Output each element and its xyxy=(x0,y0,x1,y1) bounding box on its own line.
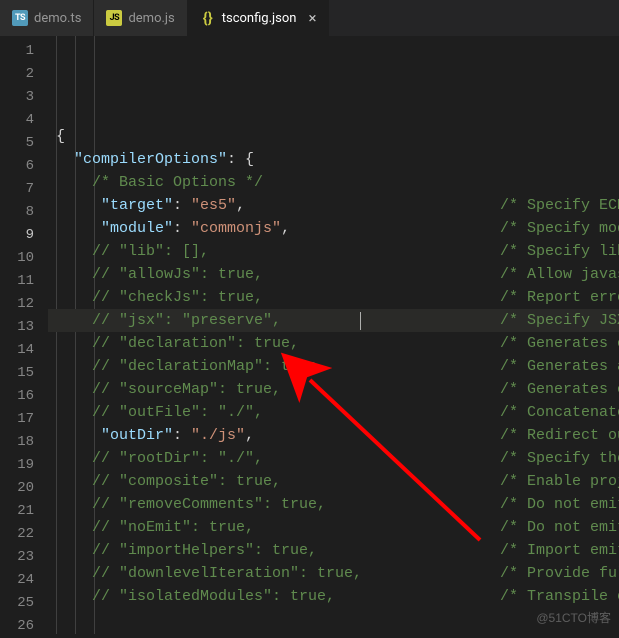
code-line[interactable]: { xyxy=(48,125,619,148)
trailing-comment: /* Specify ECMA xyxy=(500,194,619,217)
close-icon[interactable]: × xyxy=(308,9,316,27)
line-number: 8 xyxy=(0,201,48,224)
trailing-comment: /* Generates a xyxy=(500,355,619,378)
line-number: 25 xyxy=(0,592,48,615)
trailing-comment: /* Import emit xyxy=(500,539,619,562)
line-number-gutter: 1234567891011121314151617181920212223242… xyxy=(0,36,48,634)
code-editor[interactable]: 1234567891011121314151617181920212223242… xyxy=(0,36,619,634)
code-line[interactable] xyxy=(48,608,619,631)
code-line[interactable]: // "rootDir": "./",/* Specify the xyxy=(48,447,619,470)
line-number: 18 xyxy=(0,431,48,454)
trailing-comment: /* Provide full xyxy=(500,562,619,585)
tab-label: demo.ts xyxy=(34,11,81,26)
trailing-comment: /* Do not emit xyxy=(500,493,619,516)
trailing-comment: /* Generates co xyxy=(500,332,619,355)
text-cursor xyxy=(360,312,361,330)
line-number: 17 xyxy=(0,408,48,431)
code-line[interactable]: "module": "commonjs",/* Specify modu xyxy=(48,217,619,240)
code-line[interactable]: // "downlevelIteration": true,/* Provide… xyxy=(48,562,619,585)
code-line[interactable]: // "outFile": "./",/* Concatenate xyxy=(48,401,619,424)
trailing-comment: /* Enable proje xyxy=(500,470,619,493)
trailing-comment: /* Specify libr xyxy=(500,240,619,263)
code-line[interactable]: /* Basic Options */ xyxy=(48,171,619,194)
code-line[interactable]: // "lib": [],/* Specify libr xyxy=(48,240,619,263)
line-number: 10 xyxy=(0,247,48,270)
code-line[interactable]: // "isolatedModules": true,/* Transpile … xyxy=(48,585,619,608)
line-number: 23 xyxy=(0,546,48,569)
file-icon-ts: TS xyxy=(12,10,28,26)
line-number: 24 xyxy=(0,569,48,592)
trailing-comment: /* Specify the xyxy=(500,447,619,470)
tab-label: tsconfig.json xyxy=(222,11,297,26)
line-number: 12 xyxy=(0,293,48,316)
code-area[interactable]: { "compilerOptions": { /* Basic Options … xyxy=(48,36,619,634)
file-icon-js: JS xyxy=(106,10,122,26)
line-number: 9 xyxy=(0,224,48,247)
line-number: 3 xyxy=(0,86,48,109)
tab-label: demo.js xyxy=(128,11,174,26)
code-line[interactable]: // "composite": true,/* Enable proje xyxy=(48,470,619,493)
line-number: 14 xyxy=(0,339,48,362)
code-line[interactable]: "outDir": "./js",/* Redirect out xyxy=(48,424,619,447)
trailing-comment: /* Allow javasc xyxy=(500,263,619,286)
tab-bar: TS demo.ts JS demo.js {} tsconfig.json × xyxy=(0,0,619,36)
trailing-comment: /* Do not emit xyxy=(500,516,619,539)
code-line[interactable]: // "checkJs": true,/* Report error xyxy=(48,286,619,309)
trailing-comment: /* Specify modu xyxy=(500,217,619,240)
trailing-comment: /* Specify JSX xyxy=(500,309,619,332)
line-number: 13 xyxy=(0,316,48,339)
line-number: 2 xyxy=(0,63,48,86)
line-number: 6 xyxy=(0,155,48,178)
line-number: 19 xyxy=(0,454,48,477)
line-number: 20 xyxy=(0,477,48,500)
code-line[interactable]: // "noEmit": true,/* Do not emit xyxy=(48,516,619,539)
trailing-comment: /* Generates co xyxy=(500,378,619,401)
tab-demo-js[interactable]: JS demo.js xyxy=(94,0,187,36)
line-number: 11 xyxy=(0,270,48,293)
code-line[interactable]: "target": "es5",/* Specify ECMA xyxy=(48,194,619,217)
tab-demo-ts[interactable]: TS demo.ts xyxy=(0,0,94,36)
code-line[interactable]: // "allowJs": true,/* Allow javasc xyxy=(48,263,619,286)
line-number: 7 xyxy=(0,178,48,201)
code-line[interactable]: // "declaration": true,/* Generates co xyxy=(48,332,619,355)
code-line[interactable]: // "removeComments": true,/* Do not emit xyxy=(48,493,619,516)
code-line[interactable]: // "importHelpers": true,/* Import emit xyxy=(48,539,619,562)
trailing-comment: /* Redirect out xyxy=(500,424,619,447)
line-number: 16 xyxy=(0,385,48,408)
line-number: 26 xyxy=(0,615,48,638)
line-number: 21 xyxy=(0,500,48,523)
code-line[interactable]: // "sourceMap": true,/* Generates co xyxy=(48,378,619,401)
code-line[interactable]: "compilerOptions": { xyxy=(48,148,619,171)
watermark: @51CTO博客 xyxy=(536,609,611,626)
tab-tsconfig-json[interactable]: {} tsconfig.json × xyxy=(188,0,330,36)
trailing-comment: /* Report error xyxy=(500,286,619,309)
line-number: 4 xyxy=(0,109,48,132)
trailing-comment: /* Transpile ea xyxy=(500,585,619,608)
line-number: 22 xyxy=(0,523,48,546)
line-number: 5 xyxy=(0,132,48,155)
code-line[interactable]: // "declarationMap": true,/* Generates a xyxy=(48,355,619,378)
line-number: 15 xyxy=(0,362,48,385)
line-number: 1 xyxy=(0,40,48,63)
code-line[interactable]: // "jsx": "preserve",/* Specify JSX xyxy=(48,309,619,332)
trailing-comment: /* Concatenate xyxy=(500,401,619,424)
file-icon-json: {} xyxy=(200,10,216,26)
